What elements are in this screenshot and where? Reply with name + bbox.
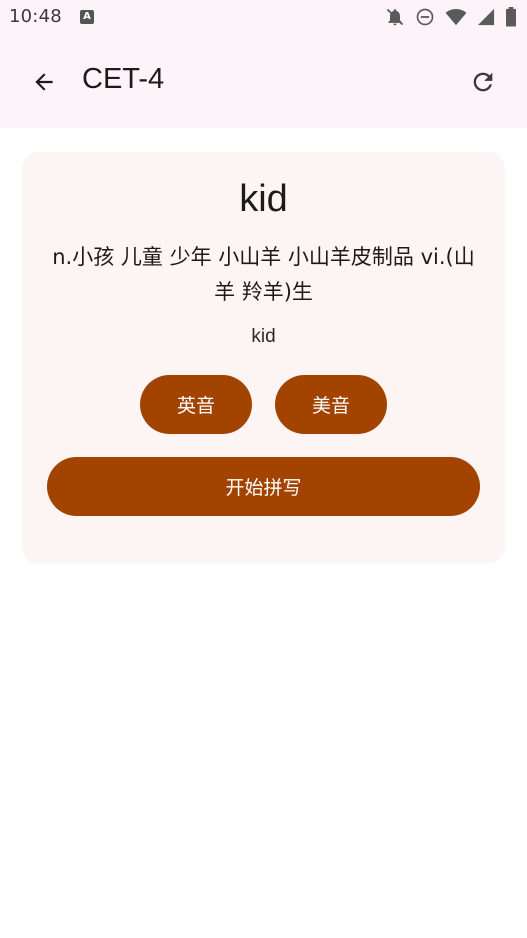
refresh-icon [473,72,493,92]
status-time: 10:48 [9,6,62,27]
cellular-signal-icon [477,8,495,26]
notifications-off-icon [386,8,404,26]
start-spelling-button[interactable]: 开始拼写 [47,457,480,516]
uk-pronunciation-button[interactable]: 英音 [140,375,252,434]
word-title: kid [239,178,288,220]
do-not-disturb-icon [416,8,434,26]
word-definition: n.小孩 儿童 少年 小山羊 小山羊皮制品 vi.(山羊 羚羊)生 [52,245,475,304]
us-pronunciation-button[interactable]: 美音 [275,375,387,434]
app-bar: CET-4 [0,50,527,114]
word-phonetic: kid [251,326,276,347]
battery-icon [506,7,516,27]
word-card: kid n.小孩 儿童 少年 小山羊 小山羊皮制品 vi.(山羊 羚羊)生 ki… [23,152,504,562]
wifi-icon [445,9,467,26]
refresh-button[interactable] [459,58,507,106]
status-icons [385,6,517,28]
back-button[interactable] [20,58,68,106]
page-title: CET-4 [82,63,165,95]
arrow-left-icon [35,73,53,91]
keyboard-a-icon: A [80,10,94,24]
status-bar: 10:48 A [0,0,527,36]
